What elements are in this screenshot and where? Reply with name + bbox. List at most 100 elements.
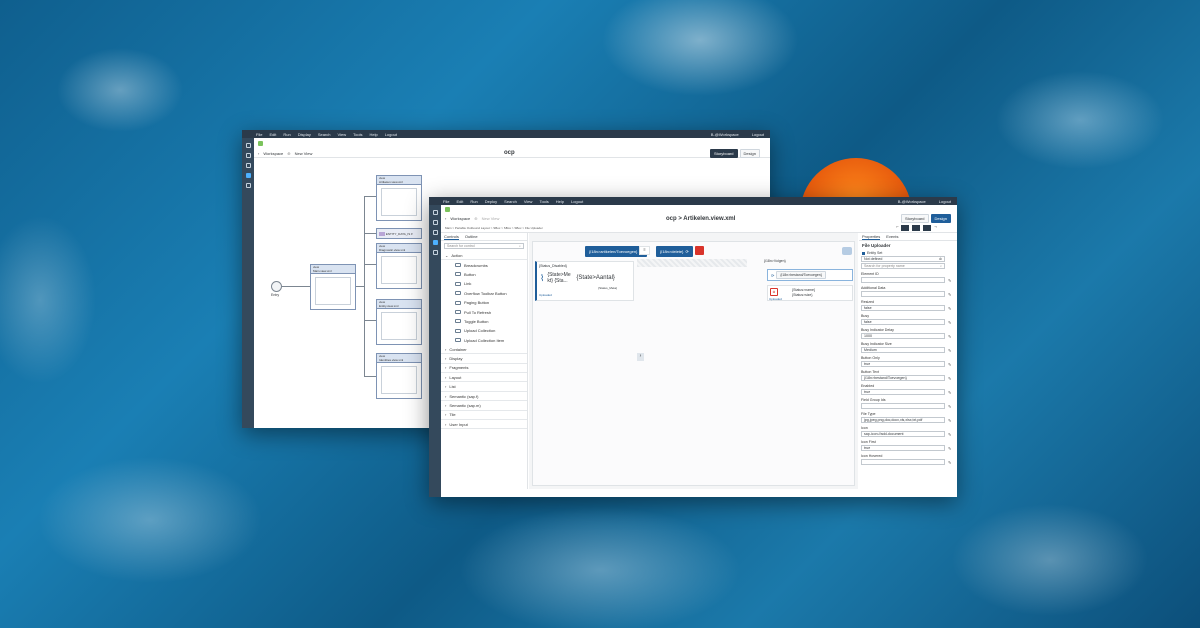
palette-item-display[interactable]: › Display (441, 354, 527, 364)
view-node-main[interactable]: view Main.view.xml (310, 264, 356, 310)
new-view-icon[interactable]: ⊕ (474, 216, 477, 221)
menu-logout[interactable]: Logout (385, 132, 397, 137)
palette-item-paging-button[interactable]: Paging Button (441, 298, 527, 307)
back-icon[interactable]: ‹ (445, 216, 446, 221)
control-search-input[interactable]: Search for control ⌕ (444, 243, 524, 249)
back-icon[interactable]: ‹ (258, 151, 259, 156)
breadcrumb[interactable]: Main > Pariable Outbound Layout > SBox >… (445, 226, 543, 230)
entry-node[interactable] (271, 281, 282, 292)
edit-icon[interactable]: ✎ (948, 460, 954, 465)
view-node-artikelen[interactable]: view Artikelen.view.xml (376, 175, 422, 221)
settings-icon[interactable] (432, 250, 438, 255)
prop-field-resized[interactable]: false ✎ (861, 305, 951, 311)
menu-display[interactable]: Display (298, 132, 311, 137)
prop-field-button-text[interactable]: {i18n>bestand/Toevoegen} ✎ (861, 375, 951, 381)
layers-icon[interactable] (245, 163, 251, 168)
home-icon[interactable] (245, 143, 251, 148)
palette-item-breadcrumbs[interactable]: Breadcrumbs (441, 260, 527, 269)
phone-icon[interactable] (923, 224, 932, 231)
redo-icon[interactable]: ↷ (934, 225, 937, 231)
logout-link[interactable]: Logout (939, 199, 957, 204)
tab-storyboard[interactable]: Storyboard (900, 214, 929, 223)
property-search-input[interactable]: Search for property name ⌕ (861, 263, 945, 269)
menu-view[interactable]: View (338, 132, 347, 137)
new-view-button[interactable]: New View (295, 151, 313, 156)
edit-icon[interactable]: ✎ (948, 390, 954, 395)
menu-icon[interactable]: ≡ (639, 246, 650, 255)
desktop-icon[interactable] (901, 224, 910, 231)
trash-icon[interactable] (695, 246, 704, 255)
palette-item-button[interactable]: Button (441, 270, 527, 279)
palette-item-action[interactable]: ⌄ Action (441, 251, 527, 261)
settings-icon[interactable] (245, 183, 251, 188)
edit-icon[interactable]: ✎ (948, 320, 954, 325)
tab-outline[interactable]: Outline (465, 234, 478, 239)
edit-icon[interactable]: ✎ (948, 432, 954, 437)
prop-field-icon-first[interactable]: true ✎ (861, 445, 951, 451)
menu-help[interactable]: Help (369, 132, 377, 137)
palette-item-user-input[interactable]: › User Input (441, 420, 527, 430)
palette-item-layout[interactable]: › Layout (441, 373, 527, 383)
undo-icon[interactable]: ↶ (896, 225, 899, 231)
menu-tools[interactable]: Tools (353, 132, 362, 137)
tab-storyboard[interactable]: Storyboard (709, 148, 738, 158)
prop-field-enabled[interactable]: true ✎ (861, 389, 951, 395)
palette-item-pull-to-refresh[interactable]: Pull To Refresh (441, 307, 527, 316)
prop-field-icon[interactable]: sap-icon://add-document ✎ (861, 431, 951, 437)
tablet-icon[interactable] (912, 224, 921, 231)
tab-design[interactable]: Design (739, 148, 760, 158)
collapse-arrow-icon[interactable]: › (637, 353, 644, 361)
new-view-button[interactable]: New View (482, 216, 500, 221)
entity-set-field[interactable]: Not defined ⊘ (861, 256, 945, 262)
edit-icon[interactable]: ✎ (948, 446, 954, 451)
prop-field-busy-indicator-delay[interactable]: 1000 ✎ (861, 333, 951, 339)
prop-field-icon-hovered[interactable]: ✎ (861, 459, 951, 465)
layout-editor-icon[interactable] (432, 240, 438, 245)
menu-search[interactable]: Search (318, 132, 331, 137)
edit-icon[interactable]: ✎ (948, 292, 954, 297)
edit-icon[interactable]: ✎ (948, 376, 954, 381)
menu-view[interactable]: View (524, 199, 533, 204)
view-node-identities[interactable]: view Identities.view.xml (376, 353, 422, 399)
edit-icon[interactable]: ✎ (948, 362, 954, 367)
edit-icon[interactable]: ✎ (948, 418, 954, 423)
view-node-diagnostic[interactable]: view Diagnostic.view.xml (376, 243, 422, 289)
edit-icon[interactable]: ✎ (948, 334, 954, 339)
palette-item-upload-collection[interactable]: Upload Collection (441, 326, 527, 335)
menu-tools[interactable]: Tools (539, 199, 548, 204)
prop-field-additional-data[interactable]: ✎ (861, 291, 951, 297)
menu-edit[interactable]: Edit (456, 199, 463, 204)
tab-design[interactable]: Design (930, 214, 951, 223)
workspace-link[interactable]: Workspace (263, 151, 283, 156)
menu-run[interactable]: Run (283, 132, 290, 137)
palette-item-semantic-sap-m[interactable]: › Semantic (sap.m) (441, 401, 527, 411)
menu-deploy[interactable]: Deploy (485, 199, 497, 204)
tab-events[interactable]: Events (886, 234, 898, 239)
file-item[interactable]: ⊗ {Status>name} {Status>size} Uploaded (767, 285, 853, 301)
menu-run[interactable]: Run (470, 199, 477, 204)
menu-search[interactable]: Search (504, 199, 517, 204)
home-icon[interactable] (432, 210, 438, 215)
edit-icon[interactable]: ✎ (948, 404, 954, 409)
code-icon[interactable] (432, 220, 438, 225)
view-node-entity[interactable]: view Entity.view.xml (376, 299, 422, 345)
palette-item-fragments[interactable]: › Fragments (441, 364, 527, 374)
edit-icon[interactable]: ✎ (948, 348, 954, 353)
menu-logout[interactable]: Logout (571, 199, 583, 204)
status-tile[interactable]: {Status_Disabled} ⌇ {State>Me kt} {Sta..… (535, 261, 634, 301)
prop-field-element-id[interactable]: ✎ (861, 277, 951, 283)
palette-item-toggle-button[interactable]: Toggle Button (441, 317, 527, 326)
menu-file[interactable]: File (256, 132, 262, 137)
edit-icon[interactable]: ✎ (948, 278, 954, 283)
storyboard-icon[interactable] (245, 173, 251, 178)
layers-icon[interactable] (432, 230, 438, 235)
new-view-icon[interactable]: ⊕ (287, 151, 290, 156)
menu-edit[interactable]: Edit (269, 132, 276, 137)
add-file-button[interactable]: ⟳ {i18n>bestand/Toevoegen} (767, 269, 853, 281)
prop-field-field-group-ids[interactable]: ✎ (861, 403, 951, 409)
prop-field-button-only[interactable]: true ✎ (861, 361, 951, 367)
add-article-button[interactable]: {i18n>artikelen/Toevoegen}⟳ (585, 246, 647, 257)
palette-item-tile[interactable]: › Tile (441, 411, 527, 421)
prop-field-busy[interactable]: false ✎ (861, 319, 951, 325)
logout-link[interactable]: Logout (752, 132, 770, 137)
